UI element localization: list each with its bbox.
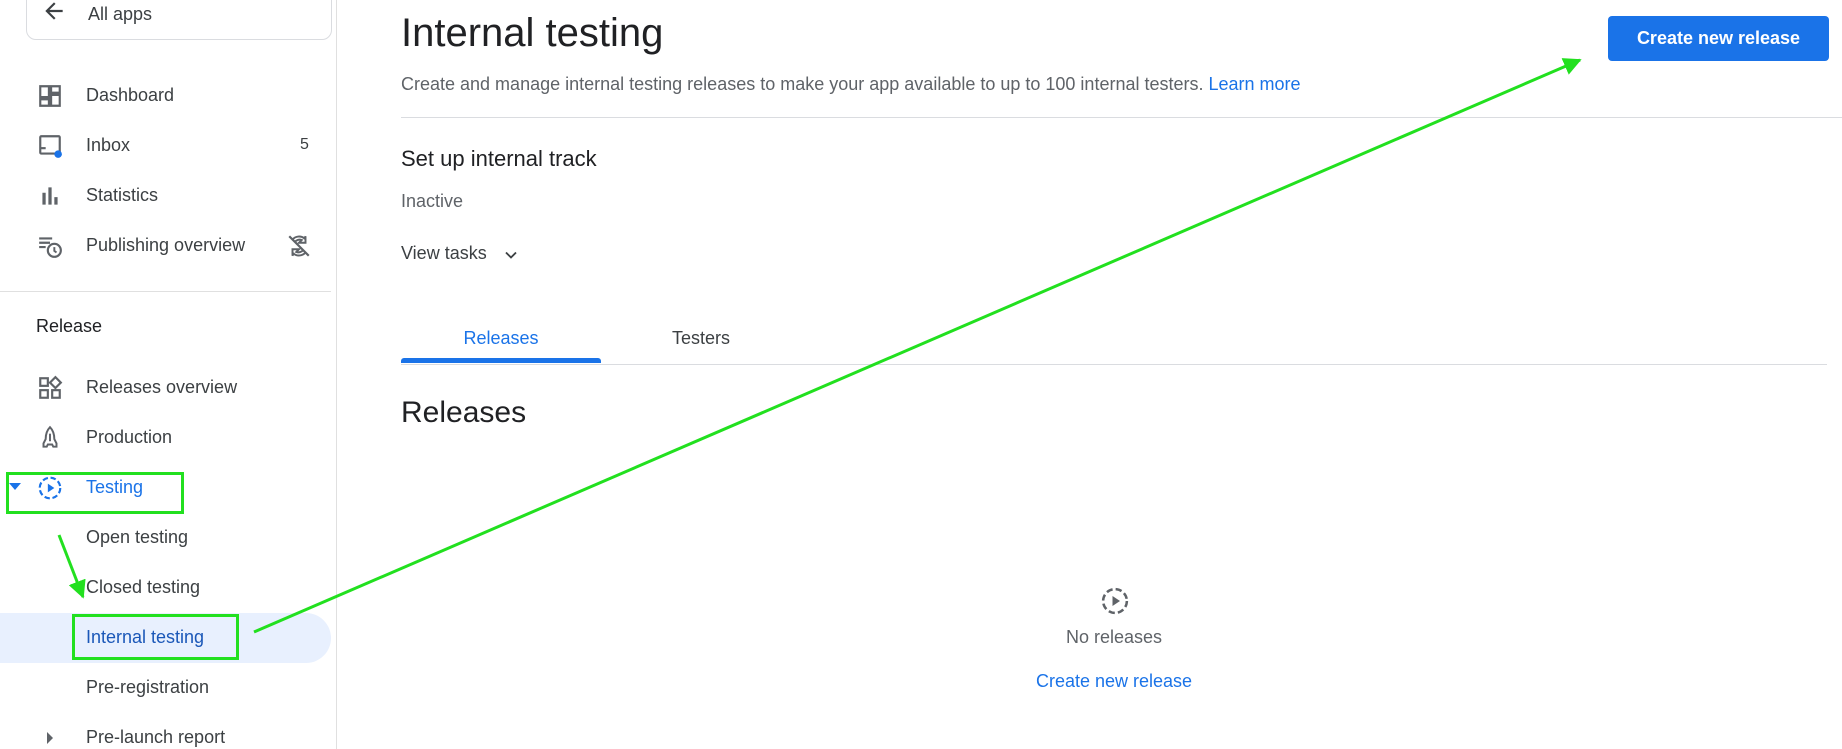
tab-testers[interactable]: Testers bbox=[601, 320, 801, 364]
rocket-icon bbox=[42, 425, 58, 448]
sidebar-item-inbox[interactable]: Inbox 5 bbox=[0, 121, 331, 171]
empty-state-create-release-link[interactable]: Create new release bbox=[964, 671, 1264, 692]
track-status: Inactive bbox=[401, 191, 464, 211]
play-circle-dashed-icon bbox=[1101, 587, 1129, 615]
sidebar-item-publishing-overview[interactable]: Publishing overview bbox=[0, 221, 331, 271]
sidebar-item-label: Statistics bbox=[86, 185, 159, 205]
annotation-box-internal-testing bbox=[72, 614, 239, 660]
sidebar-item-label: Open testing bbox=[86, 527, 189, 547]
app-root: All apps Dashboard Inbox 5 Statistics Pu… bbox=[0, 0, 1842, 749]
sidebar-item-label: Dashboard bbox=[86, 85, 175, 105]
sidebar-item-pre-launch-report[interactable]: Pre-launch report bbox=[0, 713, 331, 749]
chevron-down-icon bbox=[505, 251, 517, 259]
page-description: Create and manage internal testing relea… bbox=[401, 74, 1301, 95]
tab-bar: Releases Testers bbox=[401, 320, 1827, 365]
releases-heading: Releases bbox=[401, 396, 527, 429]
sidebar-item-label: Pre-registration bbox=[86, 677, 210, 697]
sidebar-item-label: Pre-launch report bbox=[86, 727, 226, 747]
learn-more-link[interactable]: Learn more bbox=[1209, 74, 1301, 94]
view-tasks-toggle[interactable]: View tasks bbox=[401, 243, 517, 269]
view-tasks-label: View tasks bbox=[401, 243, 487, 263]
inbox-count-badge: 5 bbox=[300, 136, 309, 153]
track-setup-title: Set up internal track bbox=[401, 146, 597, 171]
sidebar-item-label: Closed testing bbox=[86, 577, 201, 597]
releases-overview-icon bbox=[39, 375, 63, 399]
header-divider bbox=[401, 117, 1842, 118]
page-title: Internal testing bbox=[401, 11, 664, 55]
all-apps-button[interactable]: All apps bbox=[26, 0, 332, 40]
bar-chart-icon bbox=[42, 187, 58, 205]
sidebar-divider bbox=[0, 291, 331, 292]
inbox-icon bbox=[39, 135, 62, 158]
sidebar-item-label: Inbox bbox=[86, 135, 131, 155]
sidebar-item-closed-testing[interactable]: Closed testing bbox=[0, 563, 331, 613]
create-new-release-button[interactable]: Create new release bbox=[1608, 16, 1829, 61]
arrow-back-icon bbox=[45, 2, 63, 20]
sidebar-item-pre-registration[interactable]: Pre-registration bbox=[0, 663, 331, 713]
sidebar-item-open-testing[interactable]: Open testing bbox=[0, 513, 331, 563]
release-section-title: Release bbox=[36, 316, 103, 336]
dashboard-icon bbox=[39, 85, 61, 107]
sidebar-item-label: Publishing overview bbox=[86, 235, 246, 255]
sync-disabled-icon[interactable] bbox=[286, 233, 312, 259]
sidebar-item-label: Releases overview bbox=[86, 377, 238, 397]
expand-caret-icon[interactable] bbox=[47, 732, 53, 744]
sidebar-item-releases-overview[interactable]: Releases overview bbox=[0, 363, 331, 413]
annotation-box-testing bbox=[6, 472, 184, 514]
publishing-history-icon bbox=[39, 237, 62, 258]
sidebar-item-dashboard[interactable]: Dashboard bbox=[0, 71, 331, 121]
sidebar-item-label: Production bbox=[86, 427, 173, 447]
active-tab-indicator bbox=[401, 358, 601, 363]
sidebar-item-production[interactable]: Production bbox=[0, 413, 331, 463]
all-apps-label: All apps bbox=[88, 4, 153, 24]
sidebar-item-statistics[interactable]: Statistics bbox=[0, 171, 331, 221]
empty-state-text: No releases bbox=[1065, 627, 1163, 647]
page-description-text: Create and manage internal testing relea… bbox=[401, 74, 1204, 94]
